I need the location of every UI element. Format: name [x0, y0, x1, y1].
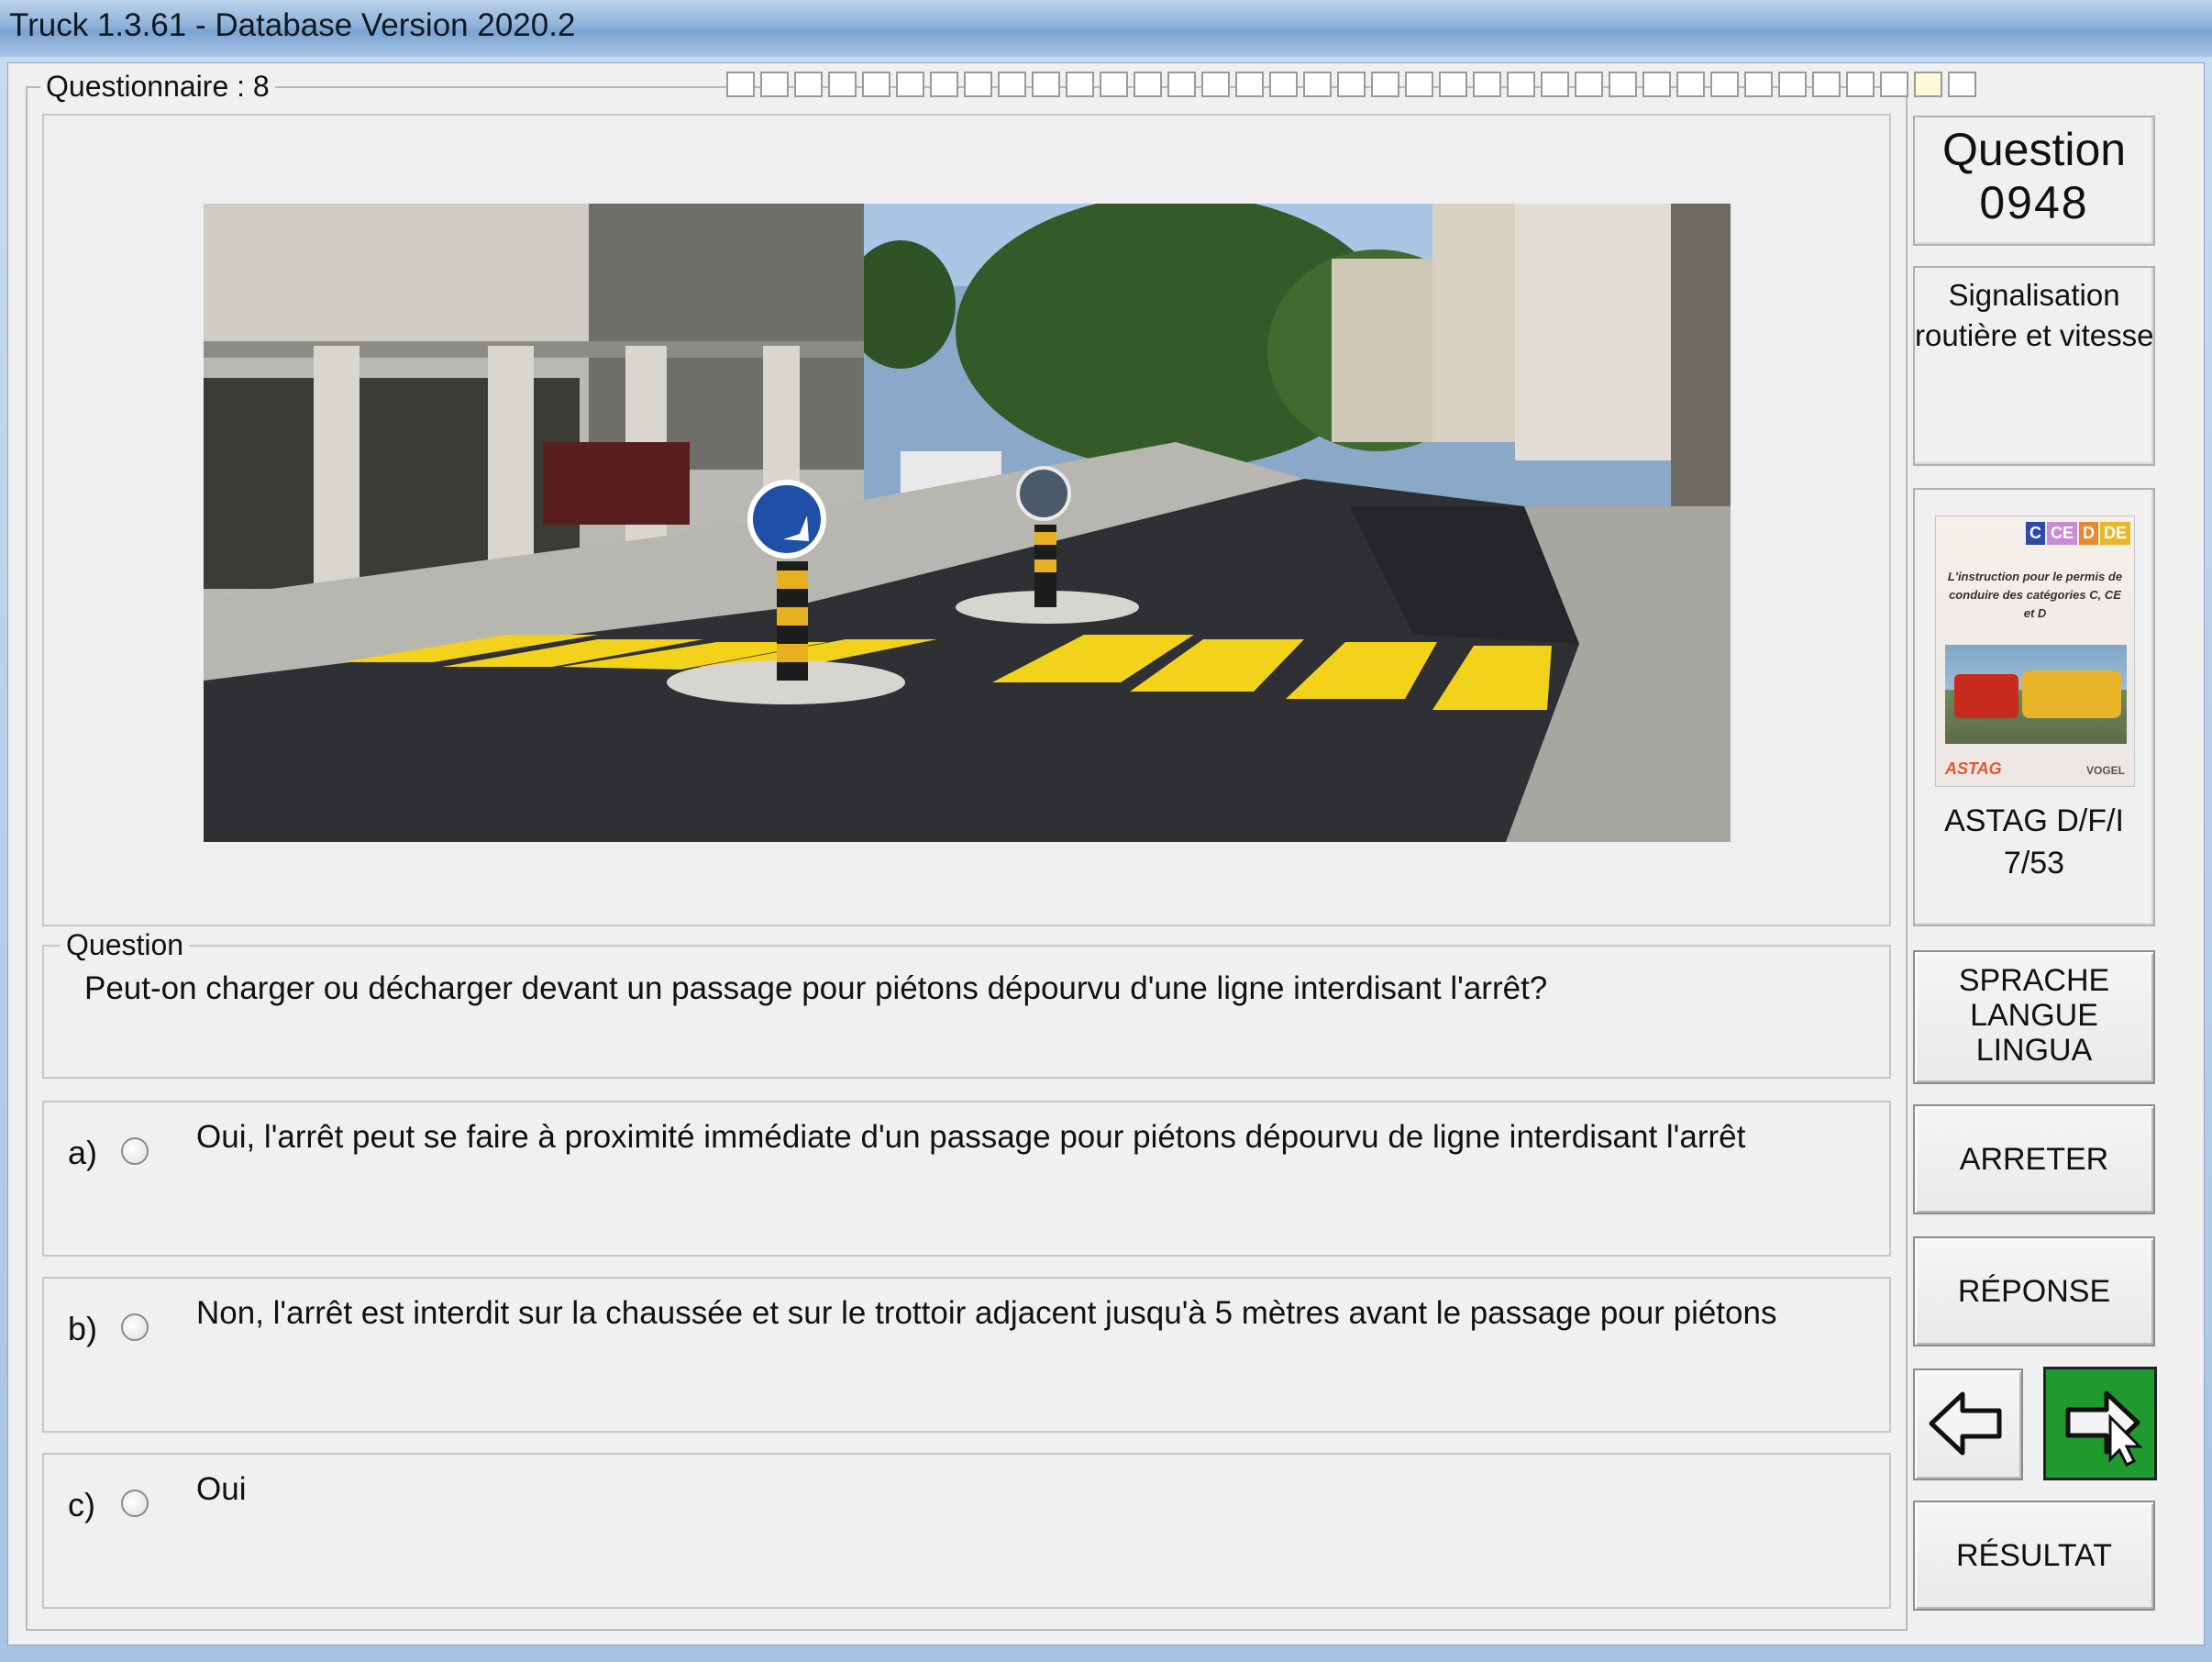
book-title: L'instruction pour le permis de conduire… [1947, 570, 2123, 620]
answer-text: Non, l'arrêt est interdit sur la chaussé… [196, 1295, 1777, 1331]
answer-c[interactable]: c) Oui [42, 1453, 1891, 1609]
book-badge: CE [2046, 522, 2077, 545]
arrow-right-icon [2065, 1391, 2143, 1468]
street-scene-image [204, 204, 1731, 842]
progress-cell [1337, 72, 1366, 97]
next-button[interactable] [2043, 1367, 2157, 1480]
progress-cell [794, 72, 823, 97]
arrow-left-icon [1929, 1391, 2002, 1456]
progress-cell [1744, 72, 1773, 97]
answer-letter: a) [68, 1134, 98, 1171]
question-text: Peut-on charger ou décharger devant un p… [84, 970, 1548, 1006]
progress-cell [1100, 72, 1128, 97]
progress-cell [1676, 72, 1705, 97]
reference-source: ASTAG D/F/I [1944, 803, 2124, 838]
book-badge: C [2025, 522, 2045, 545]
question-heading: Question [1941, 124, 2127, 175]
progress-cell [964, 72, 992, 97]
progress-cell [1948, 72, 1976, 97]
book-vehicles-image [1945, 645, 2127, 744]
answer-b[interactable]: b) Non, l'arrêt est interdit sur la chau… [42, 1277, 1891, 1433]
book-publisher-logo: ASTAG [1945, 759, 2002, 778]
progress-cell [1405, 72, 1433, 97]
progress-cell [1167, 72, 1196, 97]
reference-book-cover: C CE D DE L'instruction pour le permis d… [1935, 515, 2135, 787]
progress-cell [760, 72, 789, 97]
progress-cell [862, 72, 890, 97]
question-box [42, 945, 1891, 1079]
progress-cell [1609, 72, 1637, 97]
book-badge: D [2078, 522, 2098, 545]
progress-cell [930, 72, 958, 97]
question-number: 0948 [1979, 177, 2089, 228]
answer-letter: c) [68, 1486, 95, 1524]
progress-cell [1710, 72, 1739, 97]
question-progress-bar [726, 72, 1976, 99]
result-button[interactable]: RÉSULTAT [1913, 1501, 2155, 1611]
answer-button[interactable]: RÉPONSE [1913, 1236, 2155, 1346]
truck-illustration [1954, 674, 2018, 718]
progress-cell [1473, 72, 1501, 97]
progress-cell [1371, 72, 1399, 97]
progress-cell [1541, 72, 1569, 97]
progress-cell [1032, 72, 1060, 97]
language-button[interactable]: SPRACHE LANGUE LINGUA [1913, 950, 2155, 1084]
questionnaire-label: Questionnaire : 8 [40, 70, 275, 103]
book-badge: DE [2099, 522, 2130, 545]
answer-a[interactable]: a) Oui, l'arrêt peut se faire à proximit… [42, 1101, 1891, 1257]
question-photo [204, 204, 1731, 842]
answer-letter: b) [68, 1310, 98, 1347]
answer-text: Oui [196, 1471, 247, 1507]
progress-cell [1269, 72, 1298, 97]
window-title: Truck 1.3.61 - Database Version 2020.2 [9, 7, 576, 43]
book-category-badges: C CE D DE [2025, 522, 2130, 545]
progress-cell [1507, 72, 1535, 97]
progress-cell [1439, 72, 1467, 97]
question-category-box: Signalisation routière et vitesse [1913, 266, 2155, 466]
progress-cell [828, 72, 857, 97]
book-vogel-logo: VOGEL [2085, 764, 2125, 777]
progress-cell [1880, 72, 1908, 97]
previous-button[interactable] [1913, 1368, 2023, 1480]
stop-button[interactable]: ARRETER [1913, 1104, 2155, 1214]
progress-cell [1812, 72, 1841, 97]
progress-cell [1235, 72, 1264, 97]
progress-cell [1303, 72, 1332, 97]
progress-cell [1575, 72, 1603, 97]
progress-cell [726, 72, 755, 97]
progress-cell [998, 72, 1026, 97]
progress-cell [1778, 72, 1807, 97]
title-bar[interactable]: Truck 1.3.61 - Database Version 2020.2 [0, 0, 2212, 57]
question-group-label: Question [61, 928, 190, 961]
progress-cell [1201, 72, 1230, 97]
category-line-2: routière et vitesse [1915, 318, 2154, 352]
language-label-it: LINGUA [1975, 1033, 2093, 1068]
answer-text: Oui, l'arrêt peut se faire à proximité i… [196, 1119, 1746, 1155]
answer-b-radio[interactable] [121, 1313, 149, 1341]
progress-cell [896, 72, 924, 97]
progress-cell [1914, 72, 1942, 97]
progress-cell [1846, 72, 1875, 97]
question-number-box: Question 0948 [1913, 116, 2155, 246]
language-label-fr: LANGUE [1970, 998, 2098, 1033]
progress-cell [1134, 72, 1162, 97]
language-label-de: SPRACHE [1958, 963, 2110, 998]
progress-cell [1642, 72, 1671, 97]
progress-cell [1066, 72, 1094, 97]
category-line-1: Signalisation [1948, 278, 2120, 312]
answer-c-radio[interactable] [121, 1490, 149, 1517]
reference-caption: ASTAG D/F/I 7/53 [1913, 800, 2155, 884]
answer-a-radio[interactable] [121, 1137, 149, 1165]
bus-illustration [2022, 670, 2121, 718]
reference-page: 7/53 [2003, 846, 2065, 881]
